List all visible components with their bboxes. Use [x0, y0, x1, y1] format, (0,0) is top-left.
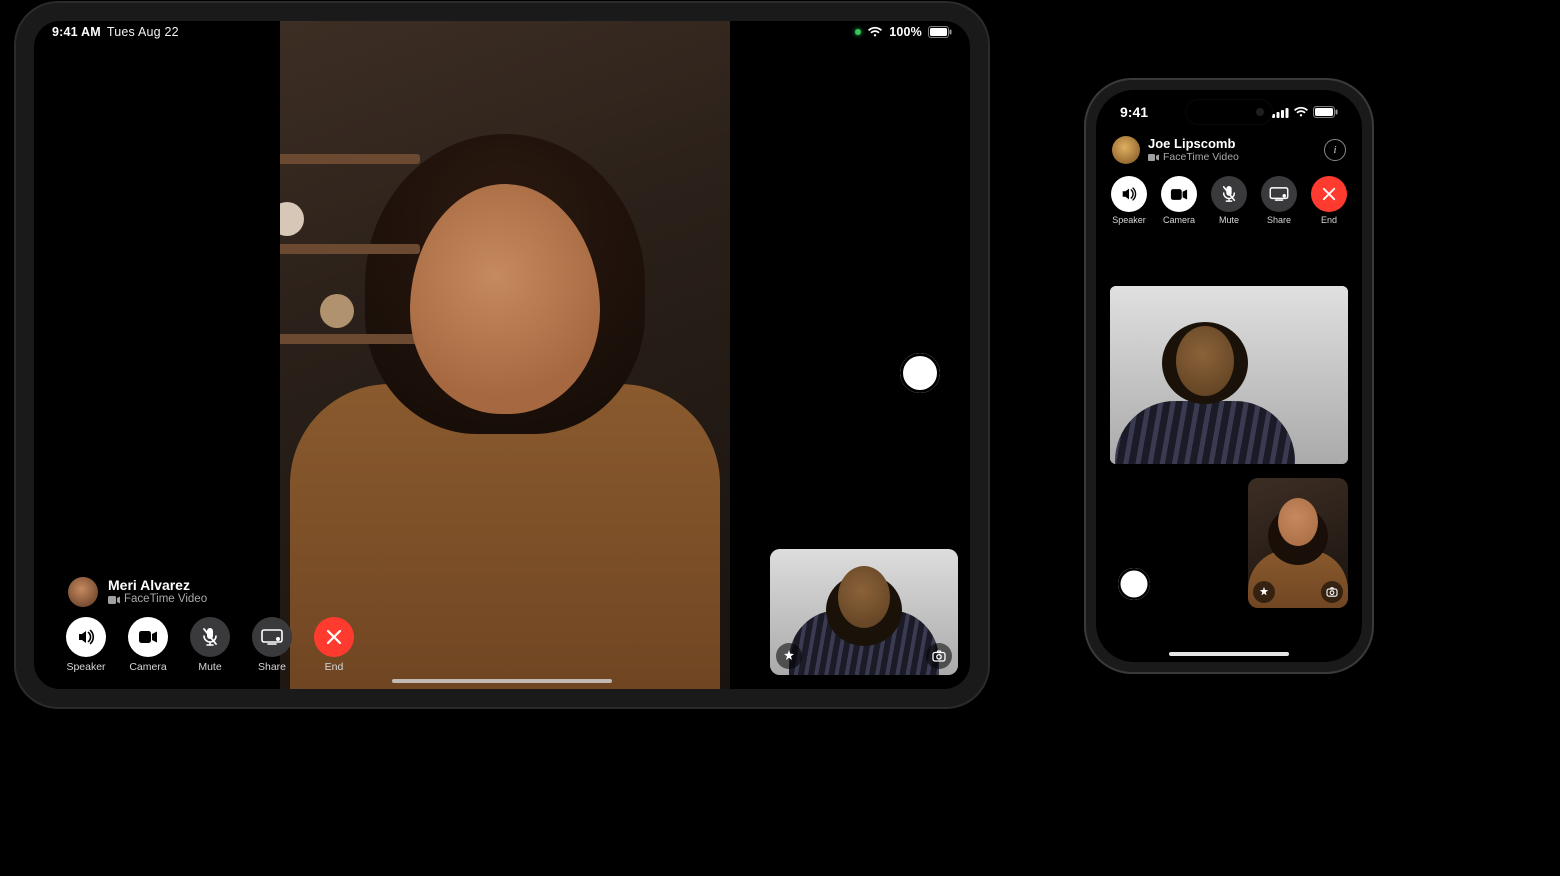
flip-camera-button[interactable]: [1321, 581, 1343, 603]
share-button[interactable]: Share: [250, 617, 294, 673]
call-controls: Speaker Camera Mute Share: [64, 617, 356, 673]
share-button[interactable]: Share: [1261, 176, 1297, 225]
battery-percent: 100%: [889, 25, 922, 39]
end-call-button[interactable]: End: [312, 617, 356, 673]
ipad-device-frame: 9:41 AM Tues Aug 22 100%: [16, 3, 988, 707]
video-camera-icon: [1161, 176, 1197, 212]
home-indicator[interactable]: [1169, 652, 1289, 656]
status-right: 100%: [855, 25, 952, 39]
flip-camera-button[interactable]: [926, 643, 952, 669]
caller-name: Meri Alvarez: [108, 577, 207, 593]
effects-button[interactable]: [776, 643, 802, 669]
speaker-button[interactable]: Speaker: [1111, 176, 1147, 225]
info-button[interactable]: i: [1324, 139, 1346, 161]
remote-person-placeholder: [280, 34, 730, 689]
mic-off-icon: [1211, 176, 1247, 212]
self-view-pip[interactable]: [1248, 478, 1348, 608]
close-icon: [314, 617, 354, 657]
close-icon: [1311, 176, 1347, 212]
video-icon: [108, 596, 120, 604]
battery-icon: [1313, 106, 1338, 118]
capture-shutter-button[interactable]: [900, 353, 940, 393]
call-controls: Speaker Camera Mute Share: [1096, 176, 1362, 225]
mic-off-icon: [190, 617, 230, 657]
wifi-icon: [867, 26, 883, 38]
iphone-screen: 9:41 Joe Lipscomb: [1096, 90, 1362, 662]
ipad-remote-video[interactable]: [280, 21, 730, 689]
iphone-remote-video[interactable]: [1110, 286, 1348, 464]
ipad-screen: 9:41 AM Tues Aug 22 100%: [34, 21, 970, 689]
dynamic-island: [1186, 100, 1272, 124]
status-time: 9:41 AM: [52, 25, 101, 39]
camera-active-indicator-icon: [855, 29, 861, 35]
caller-name: Joe Lipscomb: [1148, 137, 1239, 152]
home-indicator[interactable]: [392, 679, 612, 683]
end-call-button[interactable]: End: [1311, 176, 1347, 225]
battery-icon: [928, 26, 952, 38]
screen-share-icon: [1261, 176, 1297, 212]
avatar: [1112, 136, 1140, 164]
caller-text: Meri Alvarez FaceTime Video: [108, 577, 207, 606]
cellular-icon: [1272, 107, 1289, 118]
effects-button[interactable]: [1253, 581, 1275, 603]
mute-button[interactable]: Mute: [188, 617, 232, 673]
camera-button[interactable]: Camera: [1161, 176, 1197, 225]
camera-button[interactable]: Camera: [126, 617, 170, 673]
screen-share-icon: [252, 617, 292, 657]
capture-shutter-button[interactable]: [1118, 568, 1150, 600]
speaker-button[interactable]: Speaker: [64, 617, 108, 673]
caller-info-card[interactable]: Meri Alvarez FaceTime Video: [68, 577, 207, 607]
caller-subtitle: FaceTime Video: [1148, 151, 1239, 163]
speaker-icon: [66, 617, 106, 657]
video-icon: [1148, 154, 1159, 161]
status-time: 9:41: [1120, 104, 1148, 120]
iphone-device-frame: 9:41 Joe Lipscomb: [1086, 80, 1372, 672]
status-left: 9:41 AM Tues Aug 22: [52, 25, 179, 39]
mute-button[interactable]: Mute: [1211, 176, 1247, 225]
self-view-pip[interactable]: [770, 549, 958, 675]
status-date: Tues Aug 22: [107, 25, 179, 39]
speaker-icon: [1111, 176, 1147, 212]
wifi-icon: [1293, 106, 1309, 118]
status-right: [1272, 106, 1338, 118]
caller-text: Joe Lipscomb FaceTime Video: [1148, 137, 1239, 164]
video-camera-icon: [128, 617, 168, 657]
caller-subtitle: FaceTime Video: [108, 593, 207, 606]
caller-info-card[interactable]: Joe Lipscomb FaceTime Video i: [1112, 136, 1346, 164]
avatar: [68, 577, 98, 607]
